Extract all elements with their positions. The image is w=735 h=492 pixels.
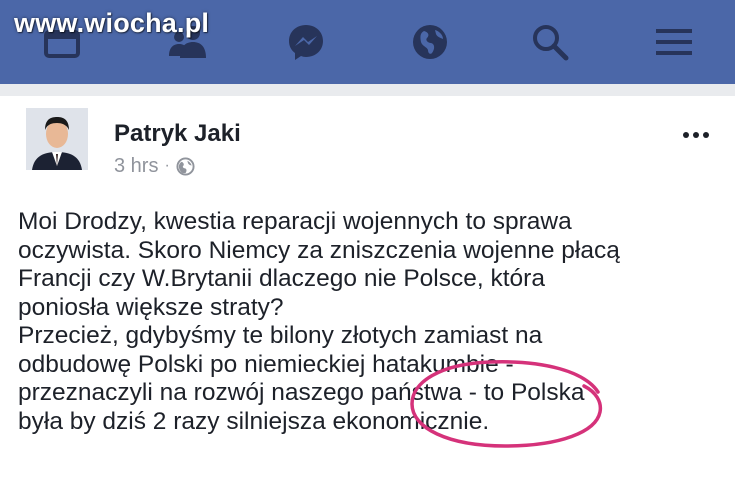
- globe-notifications-icon[interactable]: [402, 14, 458, 70]
- post-text-line: Francji czy W.Brytanii dlaczego nie Pols…: [18, 265, 545, 292]
- post-text-line: oczywista. Skoro Niemcy za zniszczenia w…: [18, 236, 620, 264]
- more-dot: [693, 132, 699, 138]
- author-name[interactable]: Patryk Jaki: [114, 120, 241, 148]
- post-text-line: odbudowę Polski po niemieckiej hatakumbi…: [18, 350, 514, 378]
- post-text-line: Przecież, gdybyśmy te bilony złotych zam…: [18, 322, 543, 349]
- post-timestamp[interactable]: 3 hrs: [114, 155, 158, 178]
- post-text-line: przeznaczyli na rozwój naszego państwa -…: [18, 379, 585, 406]
- messenger-icon[interactable]: [278, 14, 334, 70]
- more-dot: [703, 132, 709, 138]
- post-card: Patryk Jaki 3 hrs · Moi Drodzy, kwestia …: [0, 96, 735, 492]
- post-text-line: poniosła większe straty?: [18, 293, 284, 321]
- more-options-button[interactable]: [676, 124, 716, 146]
- site-watermark: www.wiocha.pl: [14, 8, 210, 38]
- post-meta: 3 hrs ·: [114, 154, 195, 178]
- public-globe-icon: [176, 156, 195, 176]
- post-text-line: była by dziś 2 razy silniejsza ekonomicz…: [18, 407, 490, 435]
- post-text-line: Moi Drodzy, kwestia reparacji wojennych …: [18, 208, 572, 235]
- meta-separator: ·: [164, 157, 170, 174]
- search-icon[interactable]: [522, 14, 578, 70]
- more-dot: [683, 132, 689, 138]
- menu-icon[interactable]: [646, 14, 702, 70]
- post-body: Moi Drodzy, kwestia reparacji wojennych …: [18, 208, 718, 436]
- author-avatar[interactable]: [26, 108, 88, 170]
